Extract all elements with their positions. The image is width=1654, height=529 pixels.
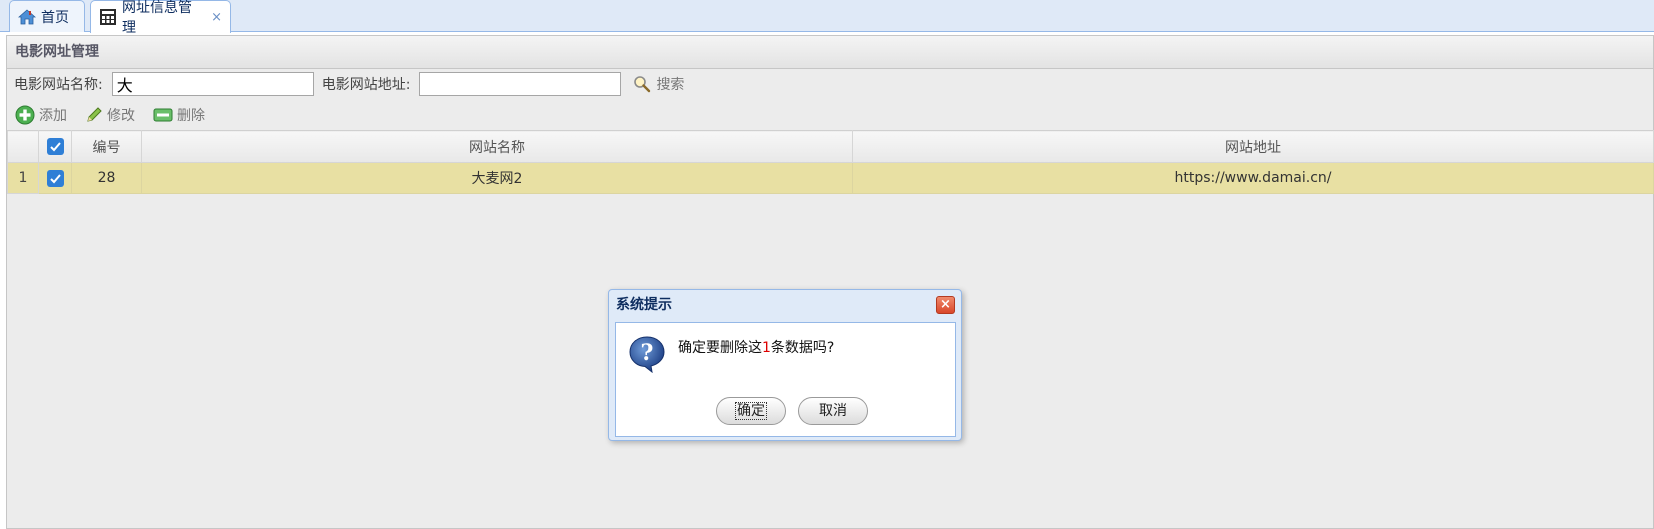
checkbox-checked-icon — [46, 169, 64, 187]
question-icon: ? — [628, 335, 666, 374]
cancel-button-label: 取消 — [819, 403, 847, 419]
tab-url-management[interactable]: 网址信息管理 × — [90, 0, 231, 36]
delete-button[interactable]: 删除 — [153, 105, 205, 125]
table-row[interactable]: 1 28 大麦网2 https://www.damai.cn/ — [7, 162, 1654, 194]
add-button-label: 添加 — [39, 108, 67, 124]
movie-url-panel: 电影网址管理 电影网站名称: 电影网站地址: 搜索 添加 修改 — [6, 35, 1654, 529]
minus-icon — [153, 107, 173, 123]
search-button-label: 搜索 — [656, 77, 685, 93]
site-name-label: 电影网站名称: — [14, 77, 103, 93]
tab-bar: 首页 网址信息管理 × — [0, 0, 1654, 36]
add-button[interactable]: 添加 — [15, 105, 67, 125]
confirm-dialog: 系统提示 × ? 确定要删除这1条数据吗? 确定 取消 — [608, 289, 962, 441]
rownum-header — [7, 130, 39, 163]
cell-id: 28 — [71, 162, 142, 194]
dialog-close-icon[interactable]: × — [936, 296, 955, 314]
tab-close-icon[interactable]: × — [211, 10, 222, 25]
pencil-icon — [85, 106, 103, 124]
dialog-body: ? 确定要删除这1条数据吗? 确定 取消 — [615, 322, 956, 437]
grid-window-icon — [99, 8, 117, 26]
dialog-message: 确定要删除这1条数据吗? — [678, 337, 834, 357]
dialog-title: 系统提示 — [616, 297, 672, 313]
cell-url: https://www.damai.cn/ — [852, 162, 1654, 194]
column-header-url[interactable]: 网站地址 — [852, 130, 1654, 163]
toolbar: 添加 修改 删除 — [15, 102, 205, 128]
add-icon — [15, 105, 35, 125]
dialog-message-count: 1 — [762, 340, 771, 356]
ok-button-label: 确定 — [735, 402, 767, 420]
edit-button-label: 修改 — [107, 108, 135, 124]
data-grid: 编号 网站名称 网站地址 1 28 大麦网2 https://www.damai… — [7, 130, 1654, 194]
select-all-checkbox[interactable] — [38, 130, 72, 163]
search-icon — [633, 75, 651, 93]
search-button[interactable]: 搜索 — [633, 74, 684, 94]
cancel-button[interactable]: 取消 — [798, 397, 868, 425]
row-checkbox[interactable] — [38, 162, 72, 194]
home-icon — [17, 8, 37, 26]
table-header-row: 编号 网站名称 网站地址 — [7, 130, 1654, 163]
row-number: 1 — [7, 162, 39, 194]
tab-home[interactable]: 首页 — [9, 0, 85, 32]
cell-name: 大麦网2 — [141, 162, 853, 194]
tab-url-management-label: 网址信息管理 — [122, 0, 192, 36]
site-name-input[interactable] — [111, 72, 314, 96]
column-header-name[interactable]: 网站名称 — [141, 130, 853, 163]
column-header-id[interactable]: 编号 — [71, 130, 142, 163]
delete-button-label: 删除 — [177, 108, 205, 124]
ok-button[interactable]: 确定 — [716, 397, 786, 425]
checkbox-checked-icon — [46, 138, 64, 155]
site-url-label: 电影网站地址: — [321, 77, 411, 93]
tab-home-label: 首页 — [41, 9, 69, 26]
search-bar: 电影网站名称: 电影网站地址: 搜索 — [14, 70, 684, 98]
dialog-message-pre: 确定要删除这 — [678, 340, 762, 356]
url-table: 编号 网站名称 网站地址 1 28 大麦网2 https://www.damai… — [7, 130, 1654, 194]
edit-button[interactable]: 修改 — [85, 105, 135, 125]
svg-text:?: ? — [641, 340, 654, 366]
site-url-input[interactable] — [419, 72, 622, 96]
dialog-message-post: 条数据吗? — [770, 340, 835, 356]
panel-title: 电影网址管理 — [7, 36, 1653, 69]
